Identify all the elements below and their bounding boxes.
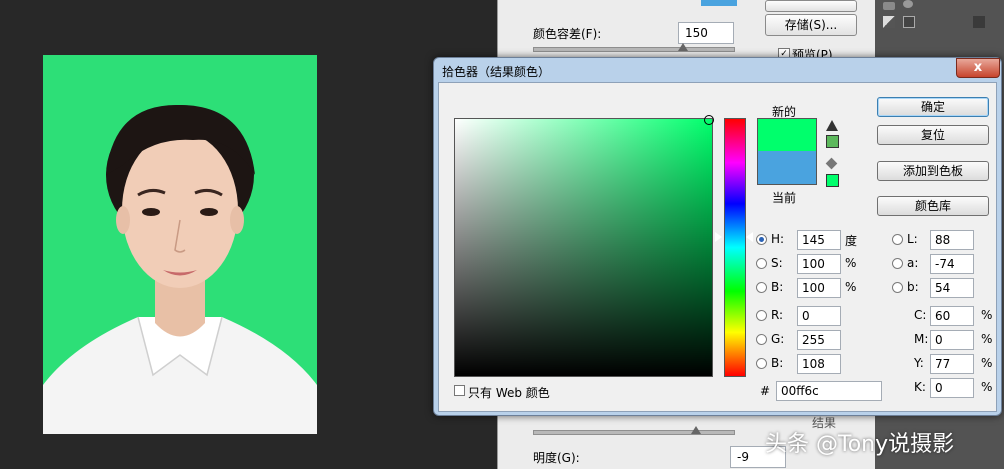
web-only-checkbox[interactable] xyxy=(454,385,465,396)
panel-icon[interactable] xyxy=(903,0,913,8)
portrait-figure xyxy=(43,104,317,434)
blue-label: B: xyxy=(771,356,784,370)
radio-green[interactable] xyxy=(756,334,767,345)
web-only-label: 只有 Web 颜色 xyxy=(468,386,550,400)
current-color-label: 当前 xyxy=(772,191,797,205)
lab-l-label: L: xyxy=(907,232,918,246)
ok-button[interactable]: 确定 xyxy=(877,97,989,117)
lab-a-label: a: xyxy=(907,256,919,270)
magenta-label: M: xyxy=(914,332,929,346)
hue-unit: 度 xyxy=(845,234,858,248)
yellow-label: Y: xyxy=(914,356,924,370)
green-label: G: xyxy=(771,332,785,346)
blue-input[interactable]: 108 xyxy=(797,354,841,374)
tolerance-label: 颜色容差(F): xyxy=(533,27,602,41)
hue-arrow-right[interactable] xyxy=(746,232,753,242)
black-unit: % xyxy=(981,380,993,394)
black-label: K: xyxy=(914,380,926,394)
cyan-label: C: xyxy=(914,308,927,322)
hue-slider[interactable] xyxy=(724,118,746,377)
radio-hue[interactable] xyxy=(756,234,767,245)
dialog-body: 新的 当前 确定 复位 添加到色板 颜色库 H: 145 度 S: 100 % … xyxy=(438,82,997,412)
add-to-swatches-button[interactable]: 添加到色板 xyxy=(877,161,989,181)
close-button[interactable]: x xyxy=(956,58,1000,78)
brightness-label: 明度(G): xyxy=(533,451,580,465)
color-libraries-button[interactable]: 颜色库 xyxy=(877,196,989,216)
radio-red[interactable] xyxy=(756,310,767,321)
portrait-photo xyxy=(43,55,317,434)
cyan-unit: % xyxy=(981,308,993,322)
tolerance-input[interactable]: 150 xyxy=(678,22,734,44)
hue-label: H: xyxy=(771,232,785,246)
lab-b-input[interactable]: 54 xyxy=(930,278,974,298)
selection-slider[interactable] xyxy=(533,430,735,435)
red-label: R: xyxy=(771,308,784,322)
lab-b-label: b: xyxy=(907,280,919,294)
brightness-label: B: xyxy=(771,280,784,294)
hue-arrow-left[interactable] xyxy=(715,232,722,242)
saturation-input[interactable]: 100 xyxy=(797,254,841,274)
web-safe-swatch[interactable] xyxy=(826,174,839,187)
color-sample-swatch xyxy=(701,0,737,6)
current-color-swatch[interactable] xyxy=(757,151,817,185)
watermark: 头条 @Tony说摄影 xyxy=(765,432,955,457)
gamut-swatch[interactable] xyxy=(826,135,839,148)
radio-blue[interactable] xyxy=(756,358,767,369)
radio-lightness[interactable] xyxy=(892,234,903,245)
magenta-unit: % xyxy=(981,332,993,346)
radio-lab-a[interactable] xyxy=(892,258,903,269)
red-input[interactable]: 0 xyxy=(797,306,841,326)
yellow-input[interactable]: 77 xyxy=(930,354,974,374)
dialog-title: 拾色器（结果颜色） xyxy=(442,65,551,79)
load-button[interactable] xyxy=(765,0,857,12)
yellow-unit: % xyxy=(981,356,993,370)
saturation-unit: % xyxy=(845,256,857,270)
radio-lab-b[interactable] xyxy=(892,282,903,293)
layer-icon[interactable] xyxy=(903,16,915,28)
hex-input[interactable]: 00ff6c xyxy=(776,381,882,401)
panel-icon[interactable] xyxy=(973,16,985,28)
radio-saturation[interactable] xyxy=(756,258,767,269)
web-cube-icon[interactable] xyxy=(825,157,838,170)
color-field[interactable] xyxy=(454,115,714,377)
tolerance-slider-thumb[interactable] xyxy=(678,43,688,51)
new-color-swatch xyxy=(757,118,817,152)
color-picker-dialog: 拾色器（结果颜色） x 新的 当前 确定 复位 添加到色板 颜色库 H: 145… xyxy=(433,57,1002,416)
save-button[interactable]: 存储(S)... xyxy=(765,14,857,36)
radio-brightness[interactable] xyxy=(756,282,767,293)
panel-icon[interactable] xyxy=(883,2,895,10)
lab-a-input[interactable]: -74 xyxy=(930,254,974,274)
selection-slider-thumb[interactable] xyxy=(691,426,701,434)
magenta-input[interactable]: 0 xyxy=(930,330,974,350)
tolerance-slider[interactable] xyxy=(533,47,735,52)
hex-label: # xyxy=(760,384,771,398)
gamut-warning-icon[interactable] xyxy=(826,120,838,131)
lab-l-input[interactable]: 88 xyxy=(930,230,974,250)
reset-button[interactable]: 复位 xyxy=(877,125,989,145)
brightness-input[interactable]: 100 xyxy=(797,278,841,298)
mask-icon[interactable] xyxy=(883,16,895,28)
green-input[interactable]: 255 xyxy=(797,330,841,350)
color-field-cursor[interactable] xyxy=(704,115,714,125)
brightness-unit: % xyxy=(845,280,857,294)
hue-input[interactable]: 145 xyxy=(797,230,841,250)
black-input[interactable]: 0 xyxy=(930,378,974,398)
saturation-label: S: xyxy=(771,256,783,270)
cyan-input[interactable]: 60 xyxy=(930,306,974,326)
